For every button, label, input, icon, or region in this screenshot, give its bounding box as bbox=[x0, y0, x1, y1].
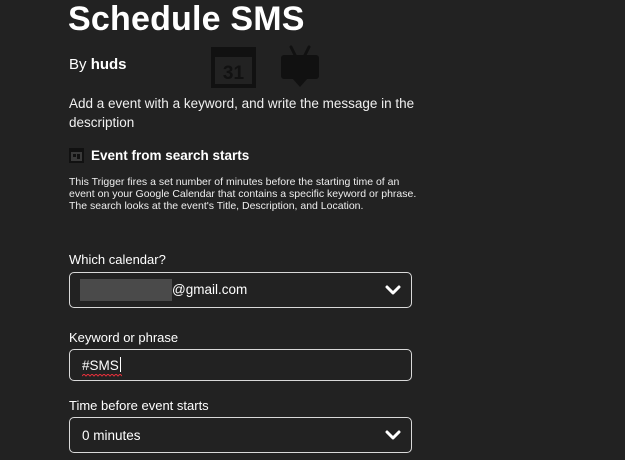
applet-config-page: Schedule SMS By huds 31 Add a event with… bbox=[0, 0, 625, 460]
google-calendar-icon: 31 bbox=[211, 47, 256, 88]
keyword-input-text-wrap: #SMS bbox=[82, 357, 122, 377]
keyword-field-label: Keyword or phrase bbox=[69, 330, 179, 345]
chevron-down-icon bbox=[385, 430, 401, 440]
time-before-field-label: Time before event starts bbox=[69, 398, 209, 413]
keyword-input[interactable]: #SMS bbox=[69, 349, 412, 381]
calendar-field-label: Which calendar? bbox=[69, 252, 166, 267]
time-before-select[interactable]: 0 minutes bbox=[69, 417, 412, 453]
keyword-input-value-wrap: #SMS bbox=[82, 358, 122, 377]
by-prefix: By bbox=[69, 56, 87, 73]
calendar-day-number: 31 bbox=[223, 63, 245, 84]
applet-description: Add a event with a keyword, and write th… bbox=[69, 96, 415, 130]
calendar-select-value: @gmail.com bbox=[172, 282, 248, 297]
author-name[interactable]: huds bbox=[91, 56, 127, 73]
trigger-description: This Trigger fires a set number of minut… bbox=[69, 176, 417, 212]
redacted-email-user bbox=[80, 279, 172, 301]
keyword-input-value: #SMS bbox=[82, 358, 119, 373]
chevron-down-icon bbox=[385, 285, 401, 295]
page-title: Schedule SMS bbox=[68, 0, 305, 38]
trigger-title: Event from search starts bbox=[91, 148, 250, 163]
calendar-icon bbox=[69, 148, 84, 163]
spellcheck-underline bbox=[82, 374, 122, 377]
author-byline: By huds bbox=[69, 56, 127, 74]
calendar-select[interactable]: @gmail.com bbox=[69, 272, 412, 308]
android-icon bbox=[280, 44, 320, 88]
text-caret bbox=[119, 357, 121, 372]
time-before-select-value: 0 minutes bbox=[82, 428, 141, 443]
